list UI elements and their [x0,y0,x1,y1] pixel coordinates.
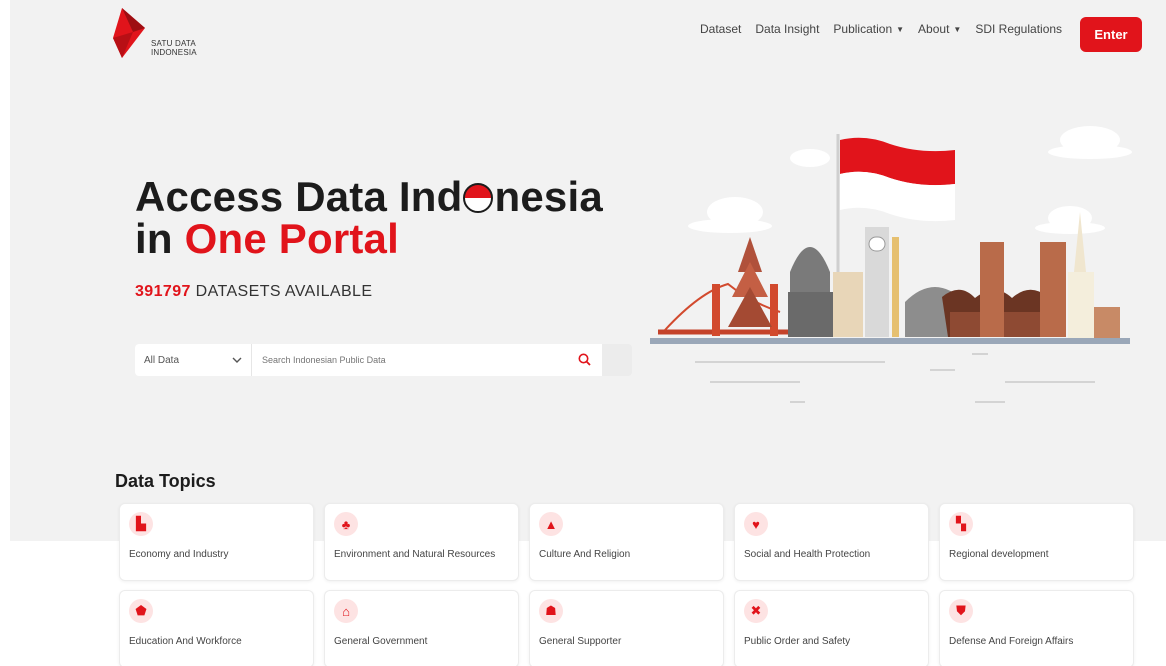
nav-publication[interactable]: Publication ▼ [833,22,904,36]
topic-label: Social and Health Protection [744,549,871,560]
nav-sdi-regulations[interactable]: SDI Regulations [975,22,1062,36]
topic-label: Regional development [949,549,1049,560]
search-bar: All Data [135,344,632,376]
nav-data-insight-label: Data Insight [755,22,820,36]
government-building-icon: ⌂ [334,599,358,623]
handcuffs-icon: ✖ [744,599,768,623]
heart-hand-icon: ♥ [744,512,768,536]
enter-button[interactable]: Enter [1080,17,1142,52]
data-topics-title: Data Topics [115,471,216,491]
topic-label: Environment and Natural Resources [334,549,496,560]
topic-card-general-supporter[interactable]: ☗ General Supporter [529,590,724,666]
topic-label: Culture And Religion [539,549,631,560]
shield-icon: ⛊ [949,599,973,623]
satu-data-logo[interactable]: SATU DATA INDONESIA [113,8,223,64]
people-icon: ☗ [539,599,563,623]
headline-highlight: One Portal [184,215,399,262]
temple-icon: ▲ [539,512,563,536]
topic-label: Defense And Foreign Affairs [949,636,1074,647]
search-icon [578,353,591,366]
search-input[interactable] [252,344,602,376]
logo-mark-icon [113,8,145,58]
landmarks-illustration [650,126,1132,403]
caret-down-icon: ▼ [953,24,962,34]
logo-line-1: SATU DATA [151,39,196,48]
topic-card-economy-industry[interactable]: ▙ Economy and Industry [119,503,314,581]
nav-about-label: About [918,22,950,36]
logo-line-2: INDONESIA [151,48,197,57]
headline-line-1: Access Data Ind nesia [135,176,603,218]
topic-card-defense-foreign-affairs[interactable]: ⛊ Defense And Foreign Affairs [939,590,1134,666]
chevron-down-icon [232,357,242,363]
dataset-count-number: 391797 [135,283,191,300]
nav-data-insight[interactable]: Data Insight [755,22,819,36]
topic-label: Education And Workforce [129,636,242,647]
topic-card-social-health[interactable]: ♥ Social and Health Protection [734,503,929,581]
topic-card-education-workforce[interactable]: ⬟ Education And Workforce [119,590,314,666]
graduation-cap-icon: ⬟ [129,599,153,623]
search-filter-select[interactable]: All Data [135,344,252,376]
nav-dataset[interactable]: Dataset [700,22,741,36]
page-margin [0,0,10,541]
dataset-count: 391797 DATASETS AVAILABLE [135,283,372,301]
topic-card-general-government[interactable]: ⌂ General Government [324,590,519,666]
headline-part-c: in [135,215,185,262]
headline-part-a: Access Data Ind [135,173,463,220]
tree-icon: ♣ [334,512,358,536]
topic-card-regional-development[interactable]: ▚ Regional development [939,503,1134,581]
factory-icon: ▙ [129,512,153,536]
search-filter-value: All Data [144,354,180,366]
topic-card-culture-religion[interactable]: ▲ Culture And Religion [529,503,724,581]
indonesia-flag-icon [463,183,494,213]
hero-headline: Access Data Ind nesia in One Portal [135,176,603,260]
topic-label: General Government [334,636,428,647]
topic-label: Public Order and Safety [744,636,851,647]
dataset-count-label: DATASETS AVAILABLE [195,283,373,300]
top-nav: Dataset Data Insight Publication ▼ About ▼… [700,22,1062,36]
headline-line-2: in One Portal [135,218,603,260]
building-icon: ▚ [949,512,973,536]
caret-down-icon: ▼ [896,24,905,34]
nav-sdi-regulations-label: SDI Regulations [975,22,1063,36]
data-topics-grid: ▙ Economy and Industry ♣ Environment and… [119,503,1134,666]
topic-label: Economy and Industry [129,549,229,560]
nav-publication-label: Publication [833,22,893,36]
topic-card-environment[interactable]: ♣ Environment and Natural Resources [324,503,519,581]
logo-text: SATU DATA INDONESIA [151,39,197,57]
topic-label: General Supporter [539,636,622,647]
nav-dataset-label: Dataset [700,22,742,36]
headline-part-b: nesia [494,173,603,220]
topic-card-public-order-safety[interactable]: ✖ Public Order and Safety [734,590,929,666]
nav-about[interactable]: About ▼ [918,22,961,36]
